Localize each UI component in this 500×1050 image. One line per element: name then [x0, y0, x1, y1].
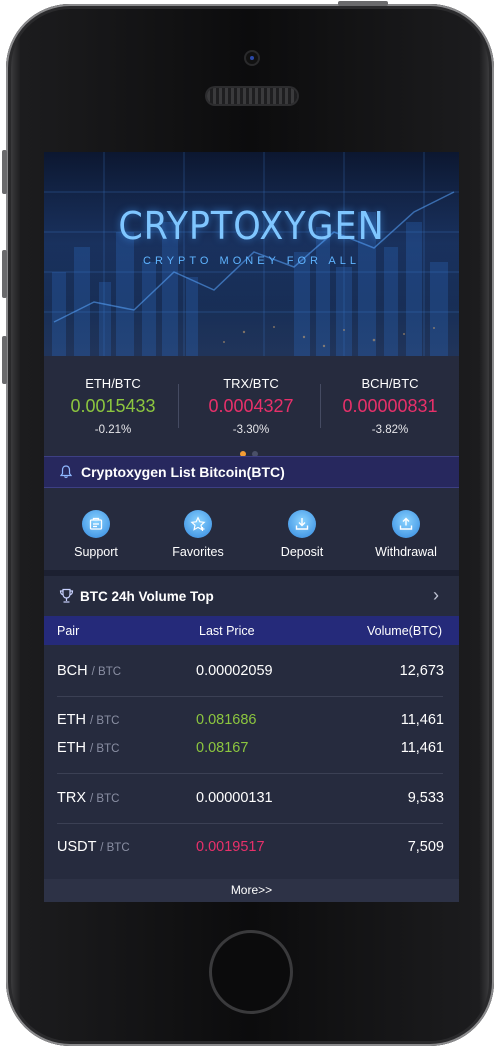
ticker-pair: ETH/BTC — [85, 376, 141, 391]
pair-symbol: USDT / BTC — [57, 839, 130, 855]
announcement-text: Cryptoxygen List Bitcoin(BTC) — [81, 464, 285, 480]
last-price: 0.08167 — [196, 740, 249, 756]
ticker-change: -3.30% — [232, 424, 270, 436]
pair-base: ETH — [57, 740, 86, 756]
pair-base: BCH — [57, 663, 88, 679]
ticker-pair: TRX/BTC — [223, 376, 279, 391]
support-button[interactable]: Support — [44, 510, 148, 559]
ticker-price: 0.0015433 — [70, 396, 156, 416]
side-button — [2, 150, 7, 194]
volume-value: 9,533 — [407, 790, 444, 806]
volume-section-header[interactable]: BTC 24h Volume Top › — [44, 576, 459, 616]
ticker-change: -3.82% — [371, 424, 409, 436]
pair-quote: / BTC — [90, 715, 120, 727]
volume-table-header: Pair Last Price Volume(BTC) — [44, 616, 459, 645]
last-price: 0.00002059 — [196, 663, 273, 679]
camera — [246, 52, 258, 64]
ticker-trx-btc[interactable]: TRX/BTC 0.0004327 -3.30% — [182, 376, 320, 436]
home-button[interactable] — [209, 930, 293, 1014]
app-screen: CRYPTOXYGEN CRYPTO MONEY FOR ALL ETH/BTC… — [44, 152, 459, 902]
volume-value: 7,509 — [407, 839, 444, 855]
support-icon — [82, 510, 110, 538]
pair-base: ETH — [57, 712, 86, 728]
pair-quote: / BTC — [90, 793, 120, 805]
speaker — [207, 88, 297, 104]
pair-symbol: ETH / BTC — [57, 712, 119, 728]
column-header-volume: Volume(BTC) — [366, 624, 442, 638]
favorites-button[interactable]: Favorites — [146, 510, 250, 559]
deposit-button[interactable]: Deposit — [250, 510, 354, 559]
row-divider — [57, 823, 443, 824]
volume-value: 12,673 — [399, 663, 444, 679]
side-button — [2, 336, 7, 384]
withdrawal-icon — [392, 510, 420, 538]
table-row[interactable]: USDT / BTC 0.0019517 7,509 — [44, 833, 459, 861]
withdrawal-label: Withdrawal — [375, 545, 437, 559]
last-price: 0.081686 — [196, 712, 257, 728]
column-header-last-price: Last Price — [199, 624, 255, 638]
volume-value: 11,461 — [400, 740, 444, 756]
pair-quote: / BTC — [91, 666, 122, 678]
pair-symbol: TRX / BTC — [57, 790, 119, 806]
pair-base: TRX — [57, 790, 86, 806]
brand-logo-text: CRYPTOXYGEN — [118, 204, 385, 248]
deposit-label: Deposit — [280, 545, 324, 559]
ticker-bch-btc[interactable]: BCH/BTC 0.00000831 -3.82% — [321, 376, 459, 436]
favorites-label: Favorites — [172, 545, 224, 559]
skyline-graphic — [44, 152, 459, 356]
volume-section-title: BTC 24h Volume Top — [80, 589, 214, 604]
ticker-price: 0.00000831 — [342, 396, 438, 416]
last-price: 0.0019517 — [196, 839, 265, 855]
bell-icon — [59, 465, 73, 484]
hero-banner[interactable]: CRYPTOXYGEN CRYPTO MONEY FOR ALL — [44, 152, 459, 356]
pair-base: USDT — [57, 839, 97, 855]
table-row[interactable]: TRX / BTC 0.00000131 9,533 — [44, 784, 459, 812]
pair-symbol: ETH / BTC — [57, 740, 119, 756]
pair-quote: / BTC — [100, 842, 130, 854]
chevron-right-icon[interactable]: › — [433, 585, 439, 606]
support-label: Support — [74, 545, 118, 559]
favorites-icon — [184, 510, 212, 538]
table-row[interactable]: ETH / BTC 0.08167 11,461 — [44, 734, 459, 762]
table-row[interactable]: BCH / BTC 0.00002059 12,673 — [44, 657, 459, 685]
ticker-carousel[interactable]: ETH/BTC 0.0015433 -0.21% TRX/BTC 0.00043… — [44, 356, 459, 457]
side-button — [2, 250, 7, 298]
ticker-pair: BCH/BTC — [361, 376, 419, 391]
ticker-price: 0.0004327 — [208, 396, 294, 416]
volume-value: 11,461 — [400, 712, 444, 728]
row-divider — [57, 773, 443, 774]
withdrawal-button[interactable]: Withdrawal — [354, 510, 458, 559]
ticker-change: -0.21% — [94, 424, 132, 436]
last-price: 0.00000131 — [196, 790, 273, 806]
brand-tagline: CRYPTO MONEY FOR ALL — [143, 255, 360, 267]
row-divider — [57, 696, 443, 697]
column-header-pair: Pair — [57, 624, 80, 638]
pair-quote: / BTC — [90, 743, 120, 755]
table-row[interactable]: ETH / BTC 0.081686 11,461 — [44, 706, 459, 734]
announcement-bar[interactable]: Cryptoxygen List Bitcoin(BTC) — [44, 456, 459, 488]
ticker-eth-btc[interactable]: ETH/BTC 0.0015433 -0.21% — [44, 376, 182, 436]
trophy-icon — [59, 588, 74, 609]
more-button[interactable]: More>> — [44, 879, 459, 902]
deposit-icon — [288, 510, 316, 538]
more-label: More>> — [230, 883, 273, 897]
quick-actions: Support Favorites Deposit Withdrawal — [44, 492, 459, 570]
top-button — [338, 1, 388, 6]
pair-symbol: BCH / BTC — [57, 663, 121, 679]
divider — [178, 384, 179, 428]
